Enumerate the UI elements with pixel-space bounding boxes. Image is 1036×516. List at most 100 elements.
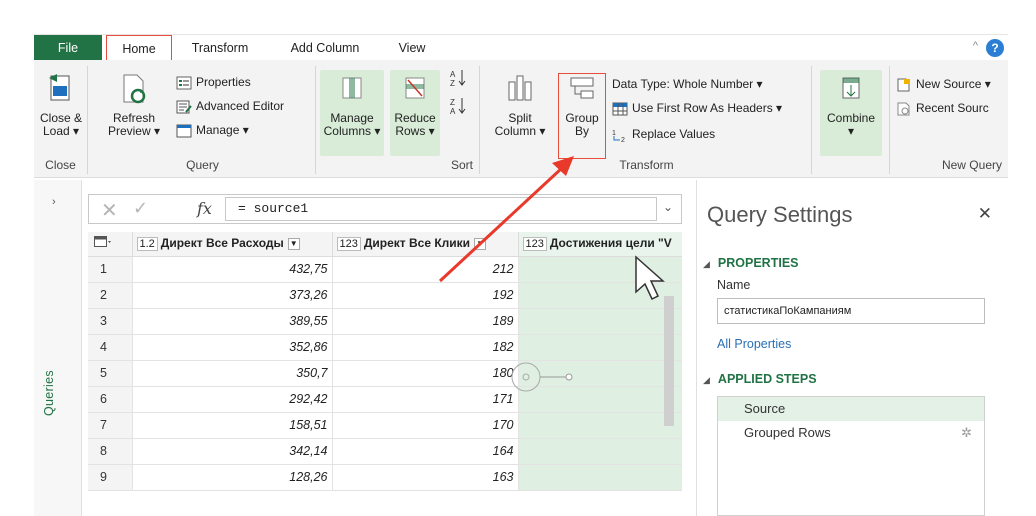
cell-cost[interactable]: 158,51 [132,412,333,439]
filter-dropdown-icon[interactable]: ▼ [474,238,487,251]
table-row[interactable]: 2 373,26 192 [88,282,682,309]
cell-cost[interactable]: 350,7 [132,360,333,387]
cell-clicks[interactable]: 212 [332,256,519,283]
gear-icon[interactable]: ✲ [961,421,972,445]
cell-clicks[interactable]: 164 [332,438,519,465]
collapse-triangle-icon[interactable]: ◢ [703,375,710,385]
filter-dropdown-icon[interactable]: ▼ [287,238,300,251]
help-icon[interactable]: ? [986,39,1004,57]
replace-values-button[interactable]: 1 2 Replace Values [612,124,715,144]
cell-clicks[interactable]: 170 [332,412,519,439]
chevron-right-icon[interactable]: › [52,196,56,208]
tab-add-column[interactable]: Add Column [280,35,370,61]
table-row[interactable]: 7 158,51 170 [88,412,682,439]
cell-cost[interactable]: 432,75 [132,256,333,283]
query-name-input[interactable]: статистикаПоКампаниям [717,298,985,324]
cell-goals[interactable] [518,360,682,387]
group-by-button[interactable]: Group By [558,72,606,138]
table-row[interactable]: 9 128,26 163 [88,464,682,491]
column-header-goals[interactable]: 123 Достижения цели "V [518,232,682,257]
chevron-down-icon[interactable]: ⌄ [663,200,673,214]
cancel-icon[interactable]: ✕ [101,198,118,223]
cell-goals[interactable] [518,386,682,413]
row-number[interactable]: 5 [88,360,133,387]
column-header-clicks[interactable]: 123 Директ Все Клики ▼ [332,232,519,257]
properties-button[interactable]: Properties [176,72,251,92]
properties-section-header[interactable]: ◢ PROPERTIES [703,256,799,270]
table-row[interactable]: 1 432,75 212 [88,256,682,283]
table-menu-button[interactable] [88,232,133,257]
applied-steps-section-header[interactable]: ◢ APPLIED STEPS [703,372,817,386]
queries-pane[interactable]: › Queries [34,180,82,516]
cell-goals[interactable] [518,334,682,361]
combine-icon [842,77,860,99]
tab-file[interactable]: File [34,35,102,61]
svg-text:Z: Z [450,98,455,107]
sort-ascending-button[interactable]: AZ [450,68,470,88]
table-row[interactable]: 5 350,7 180 [88,360,682,387]
cell-goals[interactable] [518,256,682,283]
cell-goals[interactable] [518,308,682,335]
new-source-button[interactable]: New Source ▾ [896,74,991,94]
row-number[interactable]: 2 [88,282,133,309]
step-source[interactable]: Source [718,397,984,421]
queries-pane-label[interactable]: Queries [42,370,56,416]
row-number[interactable]: 7 [88,412,133,439]
sort-descending-button[interactable]: ZA [450,96,470,116]
column-header-cost[interactable]: 1.2 Директ Все Расходы ▼ [132,232,333,257]
manage-columns-button[interactable]: Manage Columns ▾ [320,72,384,138]
cell-clicks[interactable]: 171 [332,386,519,413]
reduce-rows-button[interactable]: Reduce Rows ▾ [390,72,440,138]
row-number[interactable]: 8 [88,438,133,465]
row-number[interactable]: 3 [88,308,133,335]
cell-clicks[interactable]: 163 [332,464,519,491]
type-badge-integer[interactable]: 123 [522,237,547,252]
close-load-button[interactable]: Close & Load ▾ [38,72,84,138]
cell-cost[interactable]: 128,26 [132,464,333,491]
combine-button[interactable]: Combine ▾ [820,72,882,138]
cell-goals[interactable] [518,412,682,439]
split-column-button[interactable]: Split Column ▾ [488,72,552,138]
table-row[interactable]: 6 292,42 171 [88,386,682,413]
cell-clicks[interactable]: 192 [332,282,519,309]
advanced-editor-label: Advanced Editor [196,99,285,113]
collapse-triangle-icon[interactable]: ◢ [703,259,710,269]
cell-goals[interactable] [518,438,682,465]
use-first-row-button[interactable]: Use First Row As Headers ▾ [612,98,782,118]
advanced-editor-button[interactable]: Advanced Editor [176,96,284,116]
manage-button[interactable]: Manage ▾ [176,120,249,140]
row-number[interactable]: 1 [88,256,133,283]
row-number[interactable]: 6 [88,386,133,413]
row-number[interactable]: 9 [88,464,133,491]
cell-goals[interactable] [518,282,682,309]
cell-clicks[interactable]: 189 [332,308,519,335]
cell-cost[interactable]: 373,26 [132,282,333,309]
type-badge-integer[interactable]: 123 [336,237,361,252]
column-name-clicks: Директ Все Клики [363,236,471,251]
cell-cost[interactable]: 352,86 [132,334,333,361]
close-icon[interactable]: ✕ [978,204,992,224]
commit-icon[interactable]: ✓ [133,198,148,219]
type-badge-decimal[interactable]: 1.2 [136,237,158,252]
recent-sources-button[interactable]: Recent Sourc [896,98,989,118]
refresh-preview-button[interactable]: Refresh Preview ▾ [106,72,162,138]
tab-home[interactable]: Home [106,35,172,61]
tab-view[interactable]: View [396,35,428,61]
all-properties-link[interactable]: All Properties [717,337,791,351]
row-number[interactable]: 4 [88,334,133,361]
cell-cost[interactable]: 292,42 [132,386,333,413]
tab-transform[interactable]: Transform [188,35,252,61]
cell-cost[interactable]: 342,14 [132,438,333,465]
cell-cost[interactable]: 389,55 [132,308,333,335]
scrollbar-thumb[interactable] [664,296,674,426]
cell-goals[interactable] [518,464,682,491]
table-row[interactable]: 3 389,55 189 [88,308,682,335]
table-row[interactable]: 4 352,86 182 [88,334,682,361]
step-grouped-rows[interactable]: Grouped Rows ✲ [718,421,984,445]
data-type-button[interactable]: Data Type: Whole Number ▾ [612,74,763,94]
formula-input[interactable]: = source1 [225,197,657,221]
cell-clicks[interactable]: 180 [332,360,519,387]
table-row[interactable]: 8 342,14 164 [88,438,682,465]
cell-clicks[interactable]: 182 [332,334,519,361]
collapse-ribbon-icon[interactable]: ^ [973,40,978,52]
